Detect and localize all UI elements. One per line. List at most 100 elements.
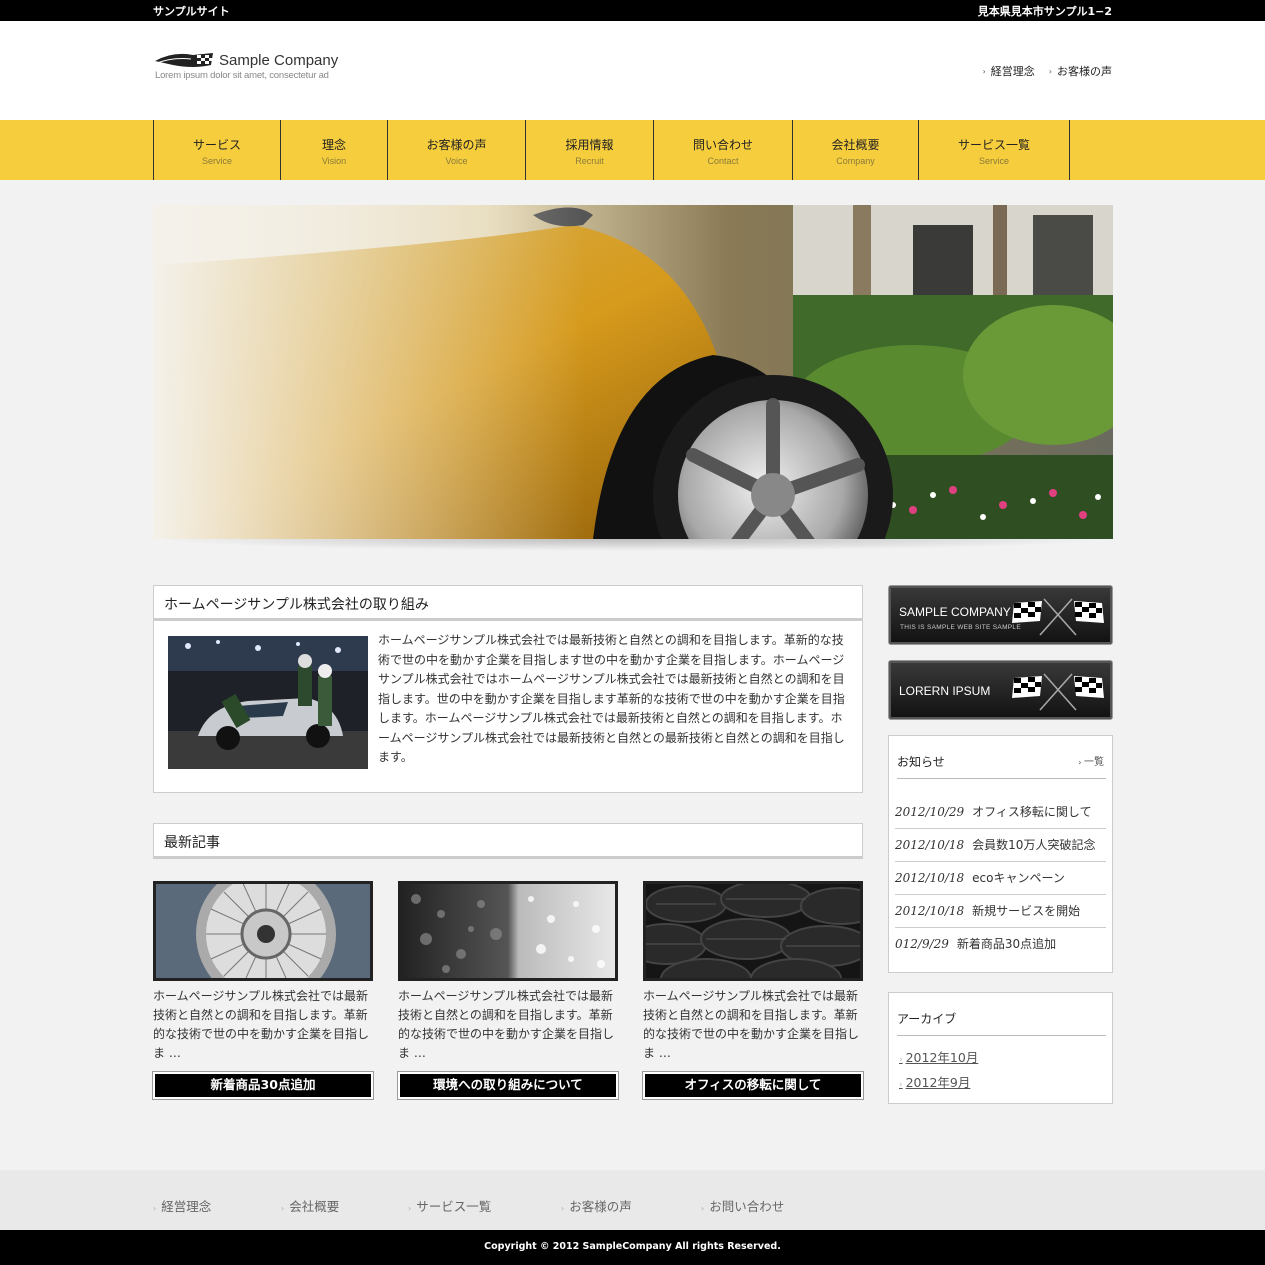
top-bar: サンプルサイト 見本県見本市サンプル1−2 [0, 0, 1265, 21]
footer-link-label: お客様の声 [569, 1199, 632, 1214]
chevron-right-icon: › [701, 1204, 705, 1213]
header-link-voice[interactable]: › お客様の声 [1049, 63, 1112, 79]
news-item[interactable]: 012/9/29 新着商品30点追加 [895, 928, 1106, 961]
wire-wheel-thumb[interactable] [153, 881, 373, 981]
checkered-flag-logo-icon [155, 53, 213, 67]
checkered-flags-icon [1012, 598, 1104, 636]
news-date: 2012/10/18 [895, 871, 965, 885]
nav-label: 採用情報 [565, 138, 614, 152]
copyright: Copyright © 2012 SampleCompany All right… [0, 1230, 1265, 1265]
nav-sublabel: Recruit [575, 156, 604, 166]
intro-box: ホームページサンプル株式会社では最新技術と自然との調和を目指します。革新的な技術… [153, 620, 863, 793]
nav-label: サービス [192, 138, 241, 152]
news-more-link[interactable]: › 一覧 [1078, 753, 1104, 768]
footer-link-service-list[interactable]: › サービス一覧 [408, 1196, 491, 1215]
chevron-right-icon: › [408, 1204, 412, 1213]
article-button[interactable]: 環境への取り組みについて [397, 1071, 619, 1100]
archive-box: アーカイブ › 2012年10月 › 2012年9月 [888, 992, 1113, 1104]
nav-label: 問い合わせ [692, 138, 753, 152]
hero-shadow [153, 539, 1113, 551]
news-item[interactable]: 2012/10/18 ecoキャンペーン [895, 862, 1106, 895]
article-card: ホームページサンプル株式会社では最新技術と自然との調和を目指します。革新的な技術… [397, 881, 619, 1100]
news-more-label: 一覧 [1084, 757, 1104, 768]
news-heading: お知らせ [897, 753, 1106, 779]
nav-sublabel: Service [201, 156, 232, 166]
intro-text: ホームページサンプル株式会社では最新技術と自然との調和を目指します。革新的な技術… [378, 633, 845, 764]
news-date: 2012/10/18 [895, 838, 965, 852]
footer-link-label: お問い合わせ [709, 1199, 785, 1214]
news-title: 新着商品30点追加 [956, 937, 1057, 951]
banner-title: LORERN IPSUM [899, 684, 991, 698]
pit-stop-photo [168, 636, 368, 769]
footer-nav: › 経営理念 › 会社概要 › サービス一覧 › お客様の声 › お問い合わせ [0, 1170, 1265, 1230]
chevron-right-icon: › [1048, 66, 1052, 76]
tagline: Lorem ipsum dolor sit amet, consectetur … [155, 70, 329, 81]
hero-car-image [153, 205, 1113, 539]
header-links: › 経営理念 › お客様の声 [983, 63, 1112, 79]
nav-sublabel: Contact [707, 156, 739, 166]
logo[interactable]: Sample Company Lorem ipsum dolor sit ame… [153, 51, 353, 83]
archive-heading: アーカイブ [897, 1010, 1106, 1036]
news-item[interactable]: 2012/10/18 会員数10万人突破記念 [895, 829, 1106, 862]
nav-label: 会社概要 [831, 138, 880, 152]
footer-link-philosophy[interactable]: › 経営理念 [153, 1196, 211, 1215]
header-link-label: お客様の声 [1057, 65, 1112, 78]
nav-sublabel: Company [836, 156, 875, 166]
article-card: ホームページサンプル株式会社では最新技術と自然との調和を目指します。革新的な技術… [642, 881, 864, 1100]
news-date: 2012/10/18 [895, 904, 965, 918]
nav-item-recruit[interactable]: 採用情報 Recruit [526, 120, 654, 180]
chevron-right-icon: › [899, 1055, 903, 1065]
nav-item-service-list[interactable]: サービス一覧 Service [919, 120, 1070, 180]
chevron-right-icon: › [899, 1080, 903, 1090]
news-box: お知らせ › 一覧 2012/10/29 オフィス移転に関して 2012/10/1… [888, 735, 1113, 973]
archive-link[interactable]: › 2012年10月 [899, 1047, 978, 1066]
archive-label: 2012年9月 [905, 1075, 971, 1090]
nav-label: サービス一覧 [957, 138, 1030, 152]
tires-thumb[interactable] [643, 881, 863, 981]
address: 見本県見本市サンプル1−2 [977, 5, 1112, 18]
footer-link-company[interactable]: › 会社概要 [281, 1196, 339, 1215]
nav-item-company[interactable]: 会社概要 Company [793, 120, 919, 180]
nav-item-service[interactable]: サービス Service [154, 120, 281, 180]
news-title: オフィス移転に関して [972, 805, 1092, 819]
header: Sample Company Lorem ipsum dolor sit ame… [0, 21, 1265, 120]
footer-link-voice[interactable]: › お客様の声 [561, 1196, 632, 1215]
chevron-right-icon: › [281, 1204, 285, 1213]
nav-item-contact[interactable]: 問い合わせ Contact [654, 120, 793, 180]
header-link-label: 経営理念 [990, 65, 1035, 78]
nav-item-voice[interactable]: お客様の声 Voice [388, 120, 526, 180]
banner-subtitle: THIS IS SAMPLE WEB SITE SAMPLE [900, 624, 1021, 631]
global-nav: サービス Service 理念 Vision お客様の声 Voice 採用情報 Recr… [0, 120, 1265, 180]
nav-item-vision[interactable]: 理念 Vision [281, 120, 388, 180]
article-button[interactable]: 新着商品30点追加 [152, 1071, 374, 1100]
footer-link-label: 経営理念 [161, 1199, 212, 1214]
company-name: Sample Company [219, 52, 339, 69]
chevron-right-icon: › [153, 1204, 157, 1213]
site-name: サンプルサイト [153, 5, 230, 18]
lorem-ipsum-banner[interactable]: LORERN IPSUM [888, 660, 1113, 720]
chevron-right-icon: › [982, 66, 986, 76]
nav-sublabel: Vision [321, 156, 347, 166]
footer-link-contact[interactable]: › お問い合わせ [701, 1196, 784, 1215]
nav-label: 理念 [321, 138, 346, 152]
latest-heading: 最新記事 [153, 823, 863, 859]
article-text: ホームページサンプル株式会社では最新技術と自然との調和を目指します。革新的な技術… [398, 989, 615, 1060]
header-link-philosophy[interactable]: › 経営理念 [983, 63, 1035, 79]
news-date: 2012/10/29 [895, 805, 965, 819]
article-button[interactable]: オフィスの移転に関して [642, 1071, 864, 1100]
banner-title: SAMPLE COMPANY [899, 605, 1011, 619]
news-item[interactable]: 2012/10/18 新規サービスを開始 [895, 895, 1106, 928]
sample-company-banner[interactable]: SAMPLE COMPANY THIS IS SAMPLE WEB SITE S… [888, 585, 1113, 645]
footer-link-label: サービス一覧 [416, 1199, 492, 1214]
archive-link[interactable]: › 2012年9月 [899, 1072, 970, 1091]
news-date: 012/9/29 [895, 937, 949, 951]
footer-link-label: 会社概要 [289, 1199, 340, 1214]
nav-sublabel: Service [978, 156, 1009, 166]
article-text: ホームページサンプル株式会社では最新技術と自然との調和を目指します。革新的な技術… [153, 989, 370, 1060]
news-item[interactable]: 2012/10/29 オフィス移転に関して [895, 796, 1106, 829]
nav-sublabel: Voice [445, 156, 468, 166]
checkered-flags-icon [1012, 673, 1104, 711]
news-title: ecoキャンペーン [972, 871, 1065, 885]
archive-label: 2012年10月 [905, 1050, 979, 1065]
water-drops-thumb[interactable] [398, 881, 618, 981]
